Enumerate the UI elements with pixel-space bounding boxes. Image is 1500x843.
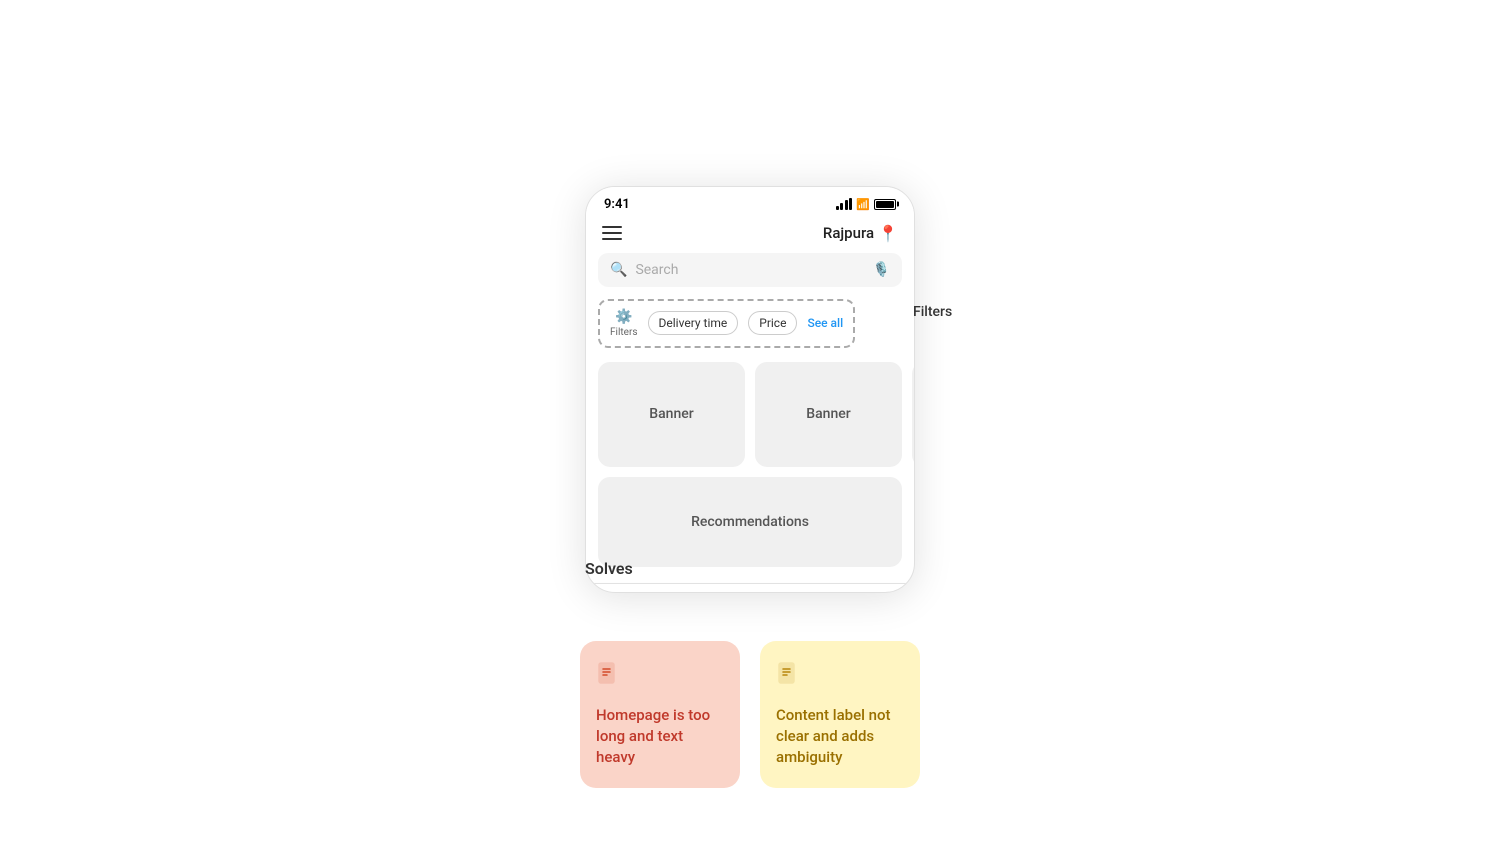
solves-divider: [586, 582, 914, 591]
hamburger-line-2: [602, 232, 622, 234]
scene: 9:41 📶 Rajpura: [0, 0, 1500, 843]
recommendations-card[interactable]: Recommendations: [598, 476, 902, 566]
search-placeholder: Search: [635, 261, 864, 277]
search-bar[interactable]: 🔍 Search 🎙️: [598, 252, 902, 286]
solves-label: Solves: [585, 559, 633, 578]
issue-card-text-homepage: Homepage is too long and text heavy: [596, 705, 724, 768]
banner-row: Banner Banner: [586, 347, 914, 476]
filters-text: Filters: [610, 326, 638, 337]
pin-icon: 📍: [878, 223, 898, 242]
phone-mockup: 9:41 📶 Rajpura: [585, 185, 915, 592]
banner-label-2: Banner: [806, 406, 850, 422]
issue-icon-yellow: [776, 661, 904, 691]
sliders-icon: ⚙️: [615, 308, 632, 324]
status-bar: 9:41 📶: [586, 186, 914, 217]
filters-outside-label: Filters: [913, 304, 952, 320]
price-chip[interactable]: Price: [748, 311, 797, 335]
battery-icon: [874, 198, 896, 209]
bottom-cards: Homepage is too long and text heavy Cont…: [580, 641, 920, 788]
see-all-link[interactable]: See all: [807, 316, 843, 330]
signal-icon: [836, 198, 853, 210]
filters-label-group[interactable]: ⚙️ Filters: [610, 308, 638, 337]
recommendations-label: Recommendations: [691, 513, 809, 529]
status-icons: 📶: [836, 197, 896, 210]
issue-card-text-content: Content label not clear and adds ambigui…: [776, 705, 904, 768]
location-area[interactable]: Rajpura 📍: [823, 223, 898, 242]
mic-icon[interactable]: 🎙️: [873, 261, 890, 277]
issue-card-content: Content label not clear and adds ambigui…: [760, 641, 920, 788]
hamburger-line-3: [602, 238, 622, 240]
status-time: 9:41: [604, 196, 630, 211]
delivery-time-chip[interactable]: Delivery time: [648, 311, 739, 335]
issue-card-homepage: Homepage is too long and text heavy: [580, 641, 740, 788]
banner-card-1[interactable]: Banner: [598, 361, 745, 466]
search-icon: 🔍: [610, 261, 627, 277]
hamburger-menu[interactable]: [602, 226, 622, 240]
banner-card-2[interactable]: Banner: [755, 361, 902, 466]
filters-dashed-box: ⚙️ Filters Delivery time Price See all: [598, 298, 855, 347]
banner-card-partial: [912, 361, 914, 466]
issue-icon-red: [596, 661, 724, 691]
wifi-icon: 📶: [856, 197, 870, 210]
hamburger-line-1: [602, 226, 622, 228]
app-header: Rajpura 📍: [586, 217, 914, 252]
banner-label-1: Banner: [649, 406, 693, 422]
filters-row-wrapper: ⚙️ Filters Delivery time Price See all: [598, 298, 914, 347]
location-text: Rajpura: [823, 224, 874, 242]
